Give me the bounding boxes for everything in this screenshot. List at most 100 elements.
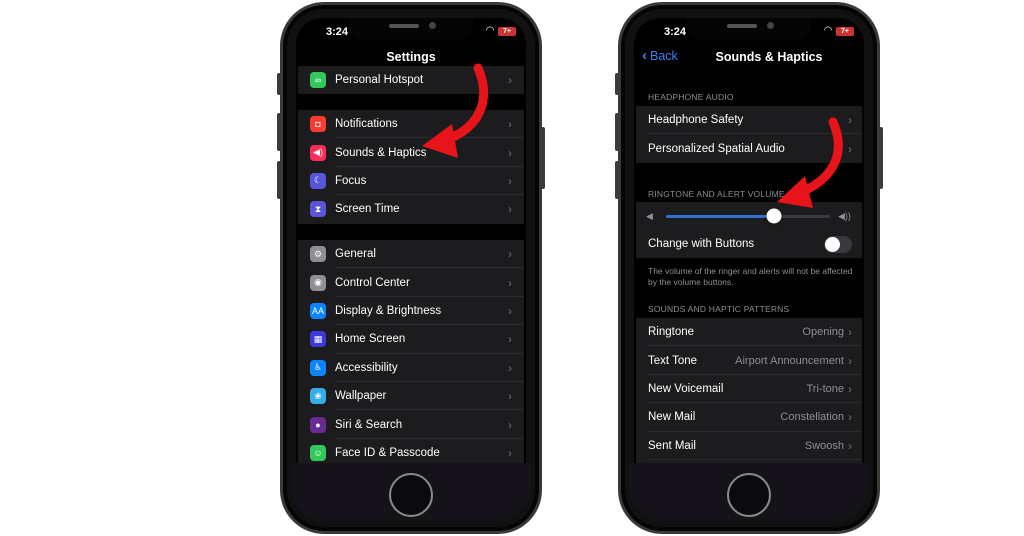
settings-item-screen-time[interactable]: ⧗ Screen Time › — [298, 195, 524, 223]
sound-item-new-voicemail[interactable]: New Voicemail Tri-tone › — [636, 375, 862, 404]
mute-switch — [277, 73, 281, 95]
sound-item-sent-mail[interactable]: Sent Mail Swoosh › — [636, 432, 862, 461]
volume-down-button — [277, 161, 281, 199]
settings-group-network: ∞ Personal Hotspot › — [298, 66, 524, 95]
sound-item-label: New Mail — [648, 411, 696, 424]
sound-item-value: Tri-tone — [806, 382, 845, 395]
settings-item-headphone-safety[interactable]: Headphone Safety › — [636, 106, 862, 135]
settings-item-label: Face ID & Passcode — [335, 446, 440, 459]
settings-item-home-screen[interactable]: ▦ Home Screen › — [298, 325, 524, 354]
settings-item-label: Screen Time — [335, 203, 400, 216]
home-button[interactable] — [389, 473, 433, 517]
settings-item-accessibility[interactable]: ♿ Accessibility › — [298, 354, 524, 383]
back-button[interactable]: ‹ Back — [642, 47, 678, 64]
wifi-icon: ◠ — [486, 25, 494, 36]
power-button — [541, 127, 545, 189]
settings-item-label: Home Screen — [335, 333, 406, 346]
volume-down-button — [615, 161, 619, 199]
page-title: Settings — [386, 50, 436, 64]
chevron-right-icon: › — [848, 113, 852, 128]
settings-group-notifications: ◘ Notifications › ◀) Sounds & Haptics › ☾ Focus… — [298, 110, 524, 224]
notifications-icon: ◘ — [310, 116, 326, 133]
flower-icon: ❀ — [310, 388, 326, 405]
settings-item-personal-hotspot[interactable]: ∞ Personal Hotspot › — [298, 66, 524, 94]
face-id-icon: ☺ — [310, 444, 326, 461]
siri-icon: ● — [310, 416, 326, 433]
settings-item-siri-and-search[interactable]: ● Siri & Search › — [298, 410, 524, 440]
sound-item-value: Constellation — [780, 411, 844, 424]
speaker-low-icon: ◀ — [646, 210, 653, 221]
chevron-right-icon: › — [508, 445, 512, 460]
chevron-right-icon: › — [508, 117, 512, 132]
status-time: 3:24 — [664, 26, 687, 38]
settings-item-display-and-brightness[interactable]: AA Display & Brightness › — [298, 297, 524, 326]
sound-item-label: Sent Mail — [648, 439, 696, 452]
settings-item-label: Headphone Safety — [648, 114, 744, 127]
phone-settings: 3:24 ◠ 7+ Settings ∞ Personal Hotspot › ◘ N… — [277, 2, 545, 534]
grid-icon: ▦ — [310, 331, 326, 348]
phone-chin — [629, 463, 869, 521]
mute-switch — [615, 73, 619, 95]
settings-item-personalized-spatial-audio[interactable]: Personalized Spatial Audio › — [636, 134, 862, 162]
chevron-right-icon: › — [848, 438, 852, 453]
patterns-group: Ringtone Opening › Text Tone Airport Announc… — [636, 318, 862, 473]
volume-slider-row: ◀ ◀)) — [636, 202, 862, 230]
status-time: 3:24 — [326, 26, 349, 38]
page-title: Sounds & Haptics — [715, 50, 823, 64]
sound-item-label: Ringtone — [648, 326, 695, 339]
chevron-left-icon: ‹ — [642, 47, 647, 64]
volume-footnote: The volume of the ringer and alerts will… — [648, 266, 853, 287]
settings-item-sounds-and-haptics[interactable]: ◀) Sounds & Haptics › — [298, 138, 524, 168]
chevron-right-icon: › — [508, 389, 512, 404]
chevron-right-icon: › — [508, 332, 512, 347]
settings-item-label: Control Center — [335, 276, 410, 289]
section-header-volume: RINGTONE AND ALERT VOLUME — [648, 189, 785, 199]
volume-group: ◀ ◀)) Change with Buttons — [636, 202, 862, 259]
speaker-icon: ◀) — [310, 144, 326, 161]
volume-fill — [666, 214, 775, 218]
moon-icon: ☾ — [310, 172, 326, 189]
settings-item-focus[interactable]: ☾ Focus › — [298, 167, 524, 196]
gear-icon: ⚙ — [310, 246, 326, 263]
settings-item-wallpaper[interactable]: ❀ Wallpaper › — [298, 382, 524, 411]
volume-slider-thumb[interactable] — [766, 208, 782, 224]
phone-sounds-haptics: 3:24 ◠ 7+ ‹ Back Sounds & Haptics HEADPH… — [615, 2, 883, 534]
settings-item-label: Sounds & Haptics — [335, 146, 427, 159]
chevron-right-icon: › — [848, 381, 852, 396]
section-header-headphone: HEADPHONE AUDIO — [648, 92, 734, 102]
volume-slider[interactable] — [666, 208, 830, 224]
sound-item-text-tone[interactable]: Text Tone Airport Announcement › — [636, 346, 862, 376]
settings-item-label: Siri & Search — [335, 418, 403, 431]
settings-item-label: Notifications — [335, 118, 398, 131]
settings-item-label: Personal Hotspot — [335, 74, 424, 87]
settings-item-label: Display & Brightness — [335, 304, 442, 317]
change-with-buttons-toggle[interactable] — [824, 235, 852, 253]
sound-item-value: Airport Announcement — [735, 354, 844, 367]
settings-group-general: ⚙ General › ◉ Control Center › AA Display & Bri… — [298, 240, 524, 468]
change-with-buttons-row: Change with Buttons — [636, 230, 862, 258]
home-button[interactable] — [727, 473, 771, 517]
chevron-right-icon: › — [508, 73, 512, 88]
settings-item-notifications[interactable]: ◘ Notifications › — [298, 110, 524, 139]
headphone-group: Headphone Safety › Personalized Spatial Au… — [636, 106, 862, 163]
chevron-right-icon: › — [508, 303, 512, 318]
wifi-icon: ◠ — [824, 25, 832, 36]
power-button — [879, 127, 883, 189]
accessibility-icon: ♿ — [310, 359, 326, 376]
screen: 3:24 ◠ 7+ Settings ∞ Personal Hotspot › ◘ N… — [296, 18, 526, 473]
screen: 3:24 ◠ 7+ ‹ Back Sounds & Haptics HEADPH… — [634, 18, 864, 473]
hotspot-icon: ∞ — [310, 72, 326, 89]
chevron-right-icon: › — [848, 325, 852, 340]
section-header-patterns: SOUNDS AND HAPTIC PATTERNS — [648, 304, 790, 314]
settings-item-control-center[interactable]: ◉ Control Center › — [298, 268, 524, 298]
sound-item-value: Opening — [802, 326, 844, 339]
chevron-right-icon: › — [848, 353, 852, 368]
speaker-high-icon: ◀)) — [838, 210, 851, 221]
chevron-right-icon: › — [508, 145, 512, 160]
change-with-buttons-label: Change with Buttons — [648, 238, 755, 251]
sound-item-new-mail[interactable]: New Mail Constellation › — [636, 403, 862, 432]
settings-item-general[interactable]: ⚙ General › — [298, 240, 524, 269]
sound-item-ringtone[interactable]: Ringtone Opening › — [636, 318, 862, 347]
settings-item-label: Accessibility — [335, 361, 398, 374]
chevron-right-icon: › — [508, 275, 512, 290]
